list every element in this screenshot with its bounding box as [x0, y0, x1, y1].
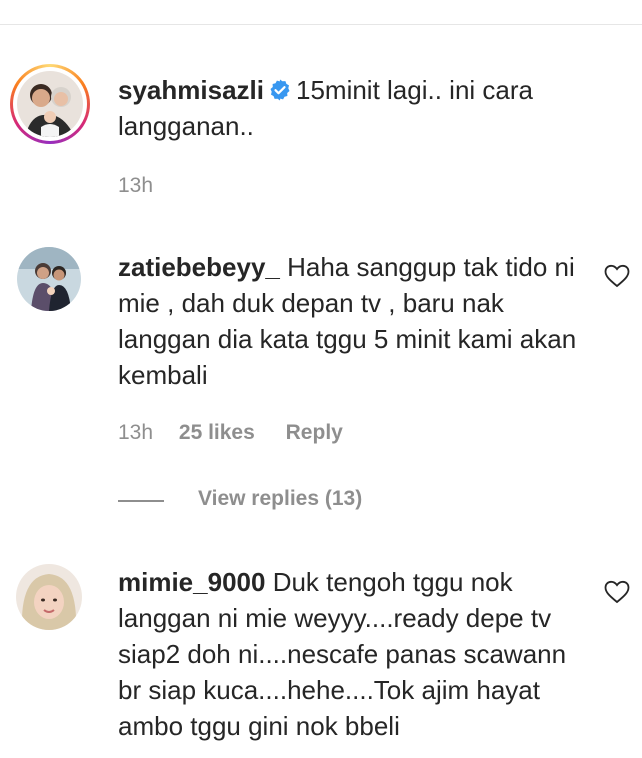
top-divider	[0, 24, 642, 25]
heart-outline-icon[interactable]	[604, 580, 630, 604]
comment-time: 13h	[118, 174, 154, 197]
avatar-syahmisazli[interactable]	[17, 71, 83, 137]
avatar-mimie-9000[interactable]	[16, 564, 82, 630]
verified-badge-icon	[270, 79, 290, 101]
heart-outline-icon[interactable]	[604, 264, 630, 288]
replies-divider	[118, 500, 164, 502]
comment-body: mimie_9000 Duk tengoh tggu nok langgan n…	[118, 564, 588, 744]
avatar-zatiebebeyy[interactable]	[17, 247, 81, 311]
comment-username[interactable]: syahmisazli	[118, 75, 264, 105]
view-replies-button[interactable]: View replies (13)	[198, 487, 362, 511]
comment-time: 13h	[118, 421, 154, 444]
comment-username[interactable]: mimie_9000	[118, 567, 265, 597]
comment-meta: 13h	[118, 174, 153, 198]
story-ring[interactable]	[10, 64, 90, 144]
likes-count[interactable]: 25 likes	[179, 421, 255, 445]
comment-body: zatiebebeyy_ Haha sanggup tak tido ni mi…	[118, 249, 588, 393]
comment-body: syahmisazli 15minit lagi.. ini cara lang…	[118, 72, 588, 144]
comment-username[interactable]: zatiebebeyy_	[118, 252, 280, 282]
reply-button[interactable]: Reply	[286, 421, 343, 445]
comment-meta: 13h 25 likes Reply	[118, 421, 343, 445]
